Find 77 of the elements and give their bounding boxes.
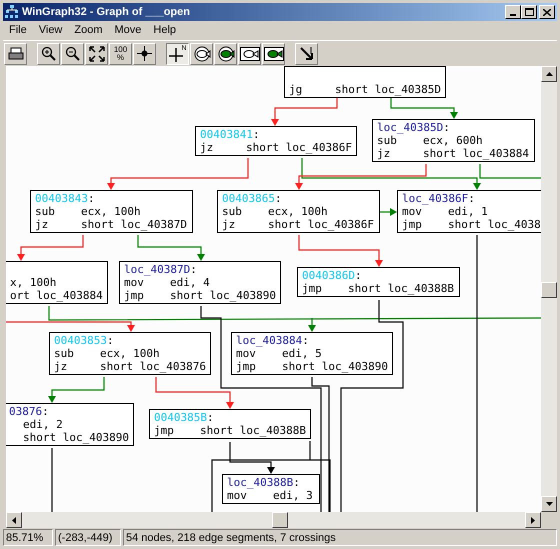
label-colon: : [206,411,214,424]
mnemonic: mov [236,347,257,360]
zoom-level: 85.71% [3,529,53,546]
zoom-100-label: 100 % [114,46,128,62]
mnemonic: jz [377,147,392,160]
menu-item[interactable]: Zoom [68,22,109,39]
operand: short loc_40385D [335,83,441,96]
operand: short loc_40388B [200,424,306,437]
operand: ecx, 100h [100,347,160,360]
graph-summary: 54 nodes, 218 edge segments, 7 crossings [123,529,557,546]
label-colon: : [274,192,282,205]
mnemonic: jmp [402,218,423,231]
mnemonic: mov [402,205,423,218]
operand: ecx, 600h [423,134,483,147]
operand: edi, 2 [23,418,63,431]
mnemonic: jz [35,218,50,231]
menu-item[interactable]: Help [147,22,182,39]
label-colon: : [252,128,260,141]
label-colon: : [443,121,450,134]
menu-item[interactable]: View [32,22,68,39]
mnemonic: jz [54,360,68,373]
operand: short loc_403890 [282,360,388,373]
node-label: loc_40386F [402,192,468,205]
mnemonic: mov [124,276,145,289]
operand: edi, 1 [448,205,488,218]
node-label: 00403841 [200,128,253,141]
operand: short loc_403876 [100,360,206,373]
label-colon: : [293,476,300,489]
node-label: 03876 [9,405,42,418]
operand: short loc_40386F [246,141,352,154]
operand: short loc_403884 [423,147,529,160]
mnemonic: jz [222,218,236,231]
mnemonic: mov [227,489,248,502]
operand: short loc_403890 [170,289,276,302]
mnemonic: sub [54,347,75,360]
operand: short loc_403890 [23,431,129,444]
node-label: loc_403884 [236,334,302,347]
node-label: 0040386D [302,269,355,282]
label-colon: : [88,192,95,205]
label-colon: : [468,192,475,205]
node-label: 0040385B [154,411,207,424]
node-label: loc_40387D [124,263,190,276]
mnemonic: sub [377,134,398,147]
operand: short loc_40387D [81,218,187,231]
label-colon: : [106,334,114,347]
operand: edi, 3 [273,489,313,502]
operand: ecx, 100h [268,205,328,218]
node-label: 00403865 [222,192,275,205]
mnemonic: jz [200,141,214,154]
node-label: 00403853 [54,334,107,347]
operand: short loc_4038 [448,218,541,231]
operand: edi, 5 [282,347,322,360]
operand: x, 100h [10,276,56,289]
mnemonic: jmp [154,424,175,437]
operand: short loc_40388B [348,282,454,295]
mnemonic: sub [222,205,243,218]
label-colon: : [42,405,49,418]
mnemonic: jmp [236,360,257,373]
node-label: loc_40388B [227,476,294,489]
label-colon: : [354,269,362,282]
label-colon: : [302,334,309,347]
cursor-position: (-283,-449) [55,529,121,546]
mnemonic: sub [35,205,56,218]
toolbar-button[interactable]: 100 % [109,42,132,64]
operand: ort loc_403884 [10,289,103,302]
label-colon: : [190,263,197,276]
node-label: 00403843 [35,192,88,205]
menu-item[interactable]: Move [108,22,148,39]
menu-item[interactable]: File [3,22,33,39]
mnemonic: jmp [302,282,323,295]
mnemonic: jg [289,83,304,96]
operand: ecx, 100h [81,205,141,218]
node-label: loc_40385D [377,121,444,134]
mnemonic: jmp [124,289,145,302]
operand: edi, 4 [170,276,210,289]
operand: short loc_40386F [268,218,374,231]
window-title: WinGraph32 - Graph of ___open [22,4,191,20]
